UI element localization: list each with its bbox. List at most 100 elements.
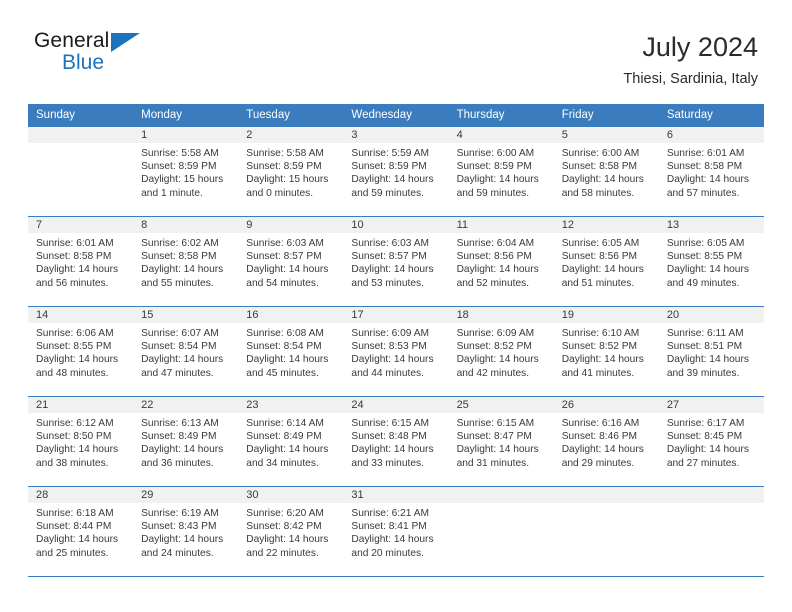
daylight-duration-line2: and 45 minutes. [246,367,319,379]
day-details: Sunrise: 6:05 AM Sunset: 8:56 PM Daylight:… [554,233,659,290]
daylight-duration-line2: and 0 minutes. [246,187,314,199]
calendar-day-cell[interactable]: 27 Sunrise: 6:17 AM Sunset: 8:45 PM Dayligh… [658,396,764,487]
sunrise-time: Sunrise: 6:01 AM [36,238,114,249]
sunset-time: Sunset: 8:56 PM [561,251,638,263]
sunset-time: Sunset: 8:41 PM [351,521,427,533]
calendar-day-cell[interactable]: 8 Sunrise: 6:02 AM Sunset: 8:58 PM Daylight… [133,216,239,307]
calendar-day-cell[interactable]: 17 Sunrise: 6:09 AM Sunset: 8:53 PM Dayligh… [343,306,449,397]
day-cell-inner: 25 Sunrise: 6:15 AM Sunset: 8:47 PM Dayligh… [448,397,554,486]
calendar-day-cell[interactable]: 6 Sunrise: 6:01 AM Sunset: 8:58 PM Daylight… [658,126,764,217]
sunrise-time: Sunrise: 5:58 AM [246,148,324,159]
daylight-duration-line1: Daylight: 14 hours [666,174,749,186]
daylight-duration-line2: and 53 minutes. [351,277,424,289]
daylight-duration-line1: Daylight: 14 hours [351,444,434,456]
calendar-header-row: Sunday Monday Tuesday Wednesday Thursday Frid… [28,104,764,127]
day-number: 28 [28,487,134,503]
calendar-day-cell[interactable]: 10 Sunrise: 6:03 AM Sunset: 8:57 PM Dayligh… [343,216,449,307]
calendar-day-cell[interactable]: 31 Sunrise: 6:21 AM Sunset: 8:41 PM Dayligh… [343,486,449,577]
calendar-day-cell[interactable]: 13 Sunrise: 6:05 AM Sunset: 8:55 PM Dayligh… [658,216,764,307]
calendar-day-cell[interactable]: 1 Sunrise: 5:58 AM Sunset: 8:59 PM Daylight… [133,126,239,217]
day-details [449,503,554,507]
daylight-duration-line1: Daylight: 15 hours [246,174,329,186]
sunrise-time: Sunrise: 6:06 AM [36,328,114,339]
sunset-time: Sunset: 8:54 PM [246,341,322,353]
calendar-day-cell[interactable]: 21 Sunrise: 6:12 AM Sunset: 8:50 PM Dayligh… [28,396,134,487]
day-cell-inner: 5 Sunrise: 6:00 AM Sunset: 8:58 PM Daylight… [553,127,659,216]
sunset-time: Sunset: 8:43 PM [141,521,217,533]
day-details: Sunrise: 6:09 AM Sunset: 8:53 PM Daylight:… [343,323,448,380]
day-number: 31 [343,487,449,503]
day-number: 17 [343,307,449,323]
day-details: Sunrise: 6:03 AM Sunset: 8:57 PM Daylight:… [343,233,448,290]
calendar-day-cell[interactable]: 20 Sunrise: 6:11 AM Sunset: 8:51 PM Dayligh… [658,306,764,397]
calendar-cell-empty [658,486,764,577]
calendar-day-cell[interactable]: 18 Sunrise: 6:09 AM Sunset: 8:52 PM Dayligh… [448,306,554,397]
calendar-day-cell[interactable]: 30 Sunrise: 6:20 AM Sunset: 8:42 PM Dayligh… [238,486,344,577]
calendar-day-cell[interactable]: 3 Sunrise: 5:59 AM Sunset: 8:59 PM Daylight… [343,126,449,217]
day-details: Sunrise: 6:12 AM Sunset: 8:50 PM Daylight:… [28,413,133,470]
day-details: Sunrise: 6:16 AM Sunset: 8:46 PM Daylight:… [554,413,659,470]
sunrise-time: Sunrise: 6:10 AM [561,328,640,339]
sunrise-time: Sunrise: 6:14 AM [246,418,324,429]
day-cell-inner: 3 Sunrise: 5:59 AM Sunset: 8:59 PM Daylight… [343,127,449,216]
calendar-day-cell[interactable]: 28 Sunrise: 6:18 AM Sunset: 8:44 PM Dayligh… [28,486,134,577]
daylight-duration-line1: Daylight: 14 hours [561,354,644,366]
calendar-day-cell[interactable]: 7 Sunrise: 6:01 AM Sunset: 8:58 PM Daylight… [28,216,134,307]
sunset-time: Sunset: 8:58 PM [141,251,217,263]
daylight-duration-line1: Daylight: 14 hours [351,264,434,276]
calendar-day-cell[interactable]: 22 Sunrise: 6:13 AM Sunset: 8:49 PM Dayligh… [133,396,239,487]
weekday-header-saturday: Saturday [658,104,764,127]
page-title: July 2024 [642,32,758,62]
sunrise-time: Sunrise: 6:03 AM [246,238,324,249]
general-blue-logo[interactable]: General Blue [34,30,154,82]
calendar-day-cell[interactable]: 12 Sunrise: 6:05 AM Sunset: 8:56 PM Dayligh… [553,216,659,307]
daylight-duration-line1: Daylight: 14 hours [666,354,749,366]
daylight-duration-line1: Daylight: 14 hours [36,354,119,366]
calendar-day-cell[interactable]: 9 Sunrise: 6:03 AM Sunset: 8:57 PM Daylight… [238,216,344,307]
calendar-cell-empty [448,486,554,577]
day-number [553,487,659,503]
day-number: 2 [238,127,344,143]
sunrise-time: Sunrise: 6:09 AM [456,328,535,339]
daylight-duration-line1: Daylight: 14 hours [456,174,539,186]
day-cell-inner: 17 Sunrise: 6:09 AM Sunset: 8:53 PM Dayligh… [343,307,449,396]
sunrise-time: Sunrise: 5:58 AM [141,148,219,159]
sunrise-time: Sunrise: 6:11 AM [666,328,744,339]
calendar-day-cell[interactable]: 14 Sunrise: 6:06 AM Sunset: 8:55 PM Dayligh… [28,306,134,397]
calendar-day-cell[interactable]: 11 Sunrise: 6:04 AM Sunset: 8:56 PM Dayligh… [448,216,554,307]
calendar-day-cell[interactable]: 24 Sunrise: 6:15 AM Sunset: 8:48 PM Dayligh… [343,396,449,487]
daylight-duration-line2: and 52 minutes. [456,277,530,289]
day-cell-inner [448,487,554,576]
daylight-duration-line2: and 56 minutes. [36,277,109,289]
sunrise-time: Sunrise: 6:08 AM [246,328,324,339]
daylight-duration-line1: Daylight: 14 hours [141,444,224,456]
day-number: 14 [28,307,134,323]
calendar-week-row: 28 Sunrise: 6:18 AM Sunset: 8:44 PM Dayligh… [28,486,764,577]
calendar-day-cell[interactable]: 26 Sunrise: 6:16 AM Sunset: 8:46 PM Dayligh… [553,396,659,487]
day-number: 3 [343,127,449,143]
daylight-duration-line2: and 47 minutes. [141,367,214,379]
calendar-day-cell[interactable]: 4 Sunrise: 6:00 AM Sunset: 8:59 PM Daylight… [448,126,554,217]
calendar-day-cell[interactable]: 29 Sunrise: 6:19 AM Sunset: 8:43 PM Dayligh… [133,486,239,577]
weekday-header-thursday: Thursday [448,104,554,127]
daylight-duration-line1: Daylight: 14 hours [456,354,539,366]
day-details: Sunrise: 6:04 AM Sunset: 8:56 PM Daylight:… [449,233,554,290]
daylight-duration-line2: and 20 minutes. [351,547,424,559]
daylight-duration-line1: Daylight: 14 hours [561,264,644,276]
calendar-day-cell[interactable]: 25 Sunrise: 6:15 AM Sunset: 8:47 PM Dayligh… [448,396,554,487]
calendar-day-cell[interactable]: 16 Sunrise: 6:08 AM Sunset: 8:54 PM Dayligh… [238,306,344,397]
daylight-duration-line1: Daylight: 14 hours [246,444,329,456]
calendar-day-cell[interactable]: 19 Sunrise: 6:10 AM Sunset: 8:52 PM Dayligh… [553,306,659,397]
calendar-day-cell[interactable]: 5 Sunrise: 6:00 AM Sunset: 8:58 PM Daylight… [553,126,659,217]
calendar-day-cell[interactable]: 15 Sunrise: 6:07 AM Sunset: 8:54 PM Dayligh… [133,306,239,397]
sunset-time: Sunset: 8:59 PM [456,161,532,173]
day-details: Sunrise: 6:09 AM Sunset: 8:52 PM Daylight:… [449,323,554,380]
sunrise-time: Sunrise: 6:12 AM [36,418,114,429]
day-cell-inner: 4 Sunrise: 6:00 AM Sunset: 8:59 PM Daylight… [448,127,554,216]
sunrise-time: Sunrise: 6:05 AM [666,238,745,249]
calendar-day-cell[interactable]: 2 Sunrise: 5:58 AM Sunset: 8:59 PM Daylight… [238,126,344,217]
calendar-day-cell[interactable]: 23 Sunrise: 6:14 AM Sunset: 8:49 PM Dayligh… [238,396,344,487]
sunset-time: Sunset: 8:42 PM [246,521,322,533]
logo-text-blue: Blue [62,51,105,74]
sunrise-time: Sunrise: 6:04 AM [456,238,535,249]
